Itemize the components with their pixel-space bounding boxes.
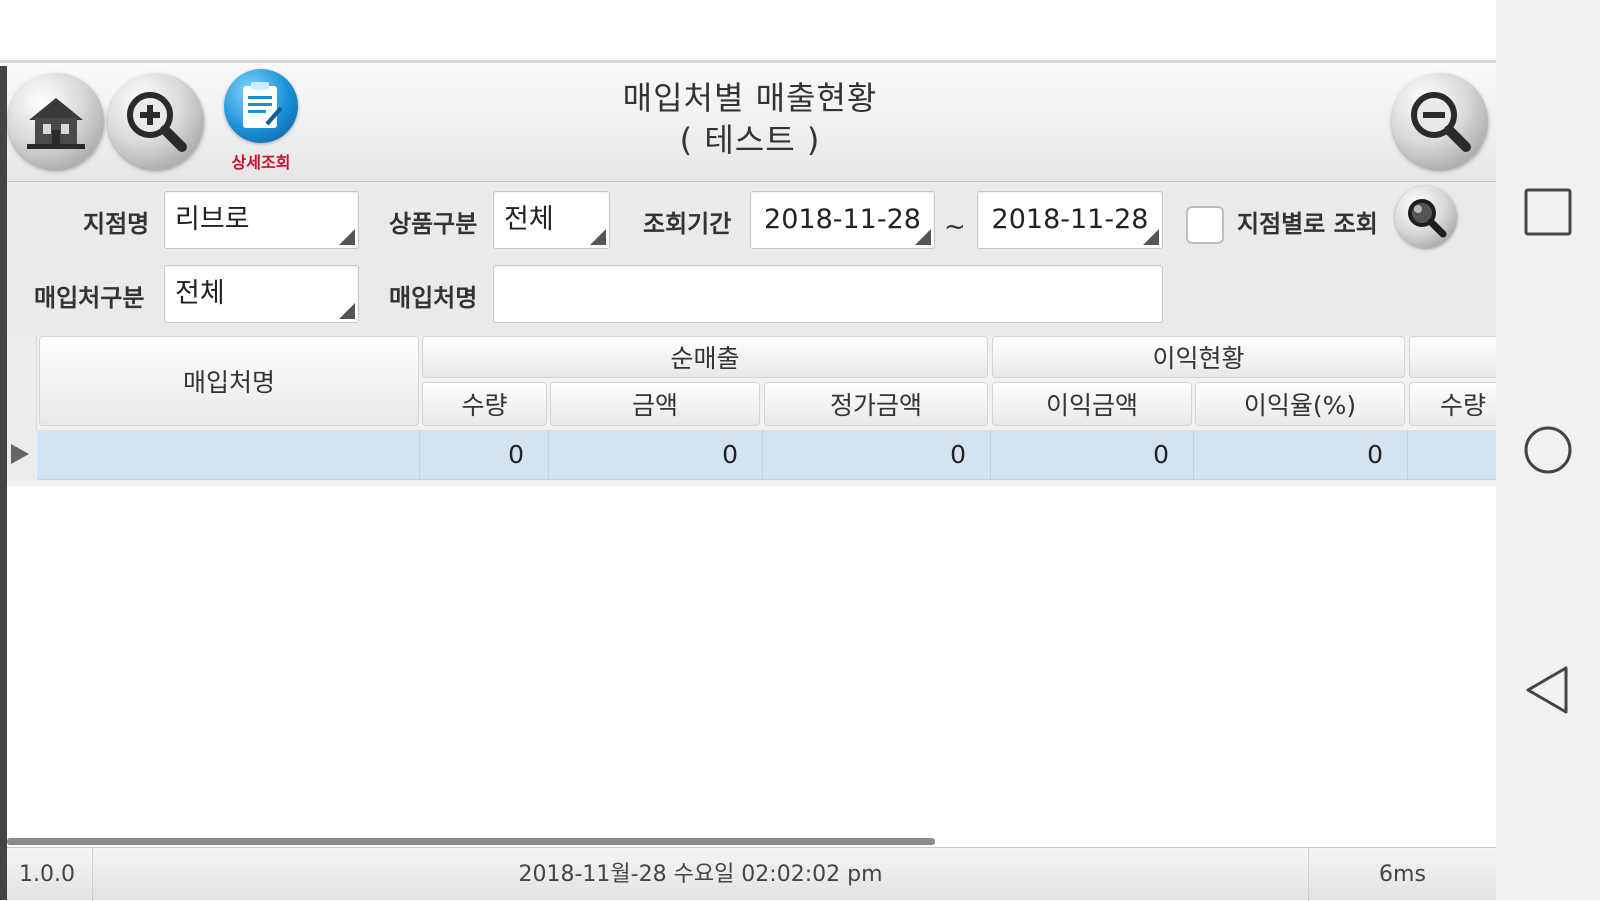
header-group-net-sales: 순매출 (422, 336, 988, 378)
zoom-in-icon (127, 92, 187, 152)
page-title: 매입처별 매출현황 ( 테스트 ) (560, 77, 940, 161)
back-triangle-icon (1526, 666, 1568, 714)
header-profit-amount[interactable]: 이익금액 (992, 382, 1192, 426)
header-list-amount[interactable]: 정가금액 (764, 382, 988, 426)
date-to-picker[interactable]: 2018-11-28 (977, 191, 1163, 249)
header-qty[interactable]: 수량 (422, 382, 547, 426)
left-window-edge (0, 66, 7, 900)
cell-vendor[interactable] (37, 430, 420, 480)
branch-select[interactable]: 리브로 (164, 191, 359, 249)
vendor-name-input[interactable] (493, 265, 1163, 323)
vendor-type-label: 매입처구분 (34, 284, 145, 312)
date-from-picker[interactable]: 2018-11-28 (750, 191, 935, 249)
cell-qty-2[interactable]: 0 (1408, 430, 1496, 480)
header-group-profit: 이익현황 (992, 336, 1405, 378)
table-row[interactable]: 0 0 0 0 0 0 (7, 430, 1496, 480)
cell-amount[interactable]: 0 (549, 430, 763, 480)
branch-label: 지점명 (83, 210, 150, 238)
cell-qty[interactable]: 0 (420, 430, 549, 480)
square-icon (1524, 188, 1572, 236)
zoom-out-icon (1411, 92, 1471, 152)
home-icon (27, 98, 85, 149)
row-indicator-arrow-icon (7, 430, 37, 480)
detail-view-button[interactable]: 상세조회 (218, 67, 304, 177)
header-amount[interactable]: 금액 (550, 382, 760, 426)
back-nav-button[interactable] (1518, 660, 1578, 720)
grid-indicator-header (7, 336, 37, 430)
vendor-type-select[interactable]: 전체 (164, 265, 359, 323)
data-grid: 매입처명 순매출 이익현황 수량 금액 정가금액 이익금액 이익율(%) 수량 … (7, 336, 1496, 486)
header-qty-2[interactable]: 수량 (1409, 382, 1496, 426)
detail-view-label: 상세조회 (231, 153, 291, 172)
status-datetime: 2018-11월-28 수요일 02:02:02 pm (93, 848, 1309, 901)
system-navigation-bar (1496, 0, 1600, 900)
clipboard-icon (243, 82, 283, 128)
page-title-line1: 매입처별 매출현황 (622, 79, 878, 117)
vendor-name-label: 매입처명 (389, 284, 478, 312)
page-title-line2: ( 테스트 ) (679, 121, 821, 159)
status-version: 1.0.0 (7, 848, 93, 901)
zoom-out-button[interactable] (1392, 73, 1488, 169)
by-branch-label: 지점별로 조회 (1237, 210, 1378, 238)
filter-panel: 지점명 리브로 상품구분 전체 조회기간 2018-11-28 ~ 2018-1… (7, 182, 1496, 336)
home-button[interactable] (8, 73, 104, 169)
cell-profit-rate[interactable]: 0 (1194, 430, 1408, 480)
header-vendor-name[interactable]: 매입처명 (39, 336, 419, 426)
detail-view-icon-wrap (224, 69, 298, 143)
status-bar: 1.0.0 2018-11월-28 수요일 02:02:02 pm 6ms (7, 847, 1496, 901)
cell-list-amount[interactable]: 0 (763, 430, 991, 480)
search-icon (1408, 199, 1447, 238)
search-button[interactable] (1395, 186, 1457, 248)
cell-profit-amount[interactable]: 0 (991, 430, 1194, 480)
product-type-label: 상품구분 (389, 210, 478, 238)
home-nav-button[interactable] (1518, 420, 1578, 480)
top-blank-area (0, 0, 1496, 60)
zoom-in-button[interactable] (108, 73, 204, 169)
product-type-select[interactable]: 전체 (493, 191, 610, 249)
header-group-next (1409, 336, 1496, 378)
horizontal-scrollbar[interactable] (7, 838, 935, 845)
recent-apps-button[interactable] (1518, 182, 1578, 242)
status-timing: 6ms (1379, 862, 1426, 887)
circle-icon (1524, 426, 1572, 474)
header-profit-rate[interactable]: 이익율(%) (1195, 382, 1405, 426)
period-label: 조회기간 (643, 210, 732, 238)
app-window: 상세조회 매입처별 매출현황 ( 테스트 ) 지점명 리브로 상품구분 전체 조… (0, 0, 1496, 901)
date-range-separator: ~ (944, 212, 966, 242)
header-toolbar: 상세조회 매입처별 매출현황 ( 테스트 ) (0, 60, 1496, 182)
by-branch-checkbox[interactable] (1186, 206, 1224, 244)
